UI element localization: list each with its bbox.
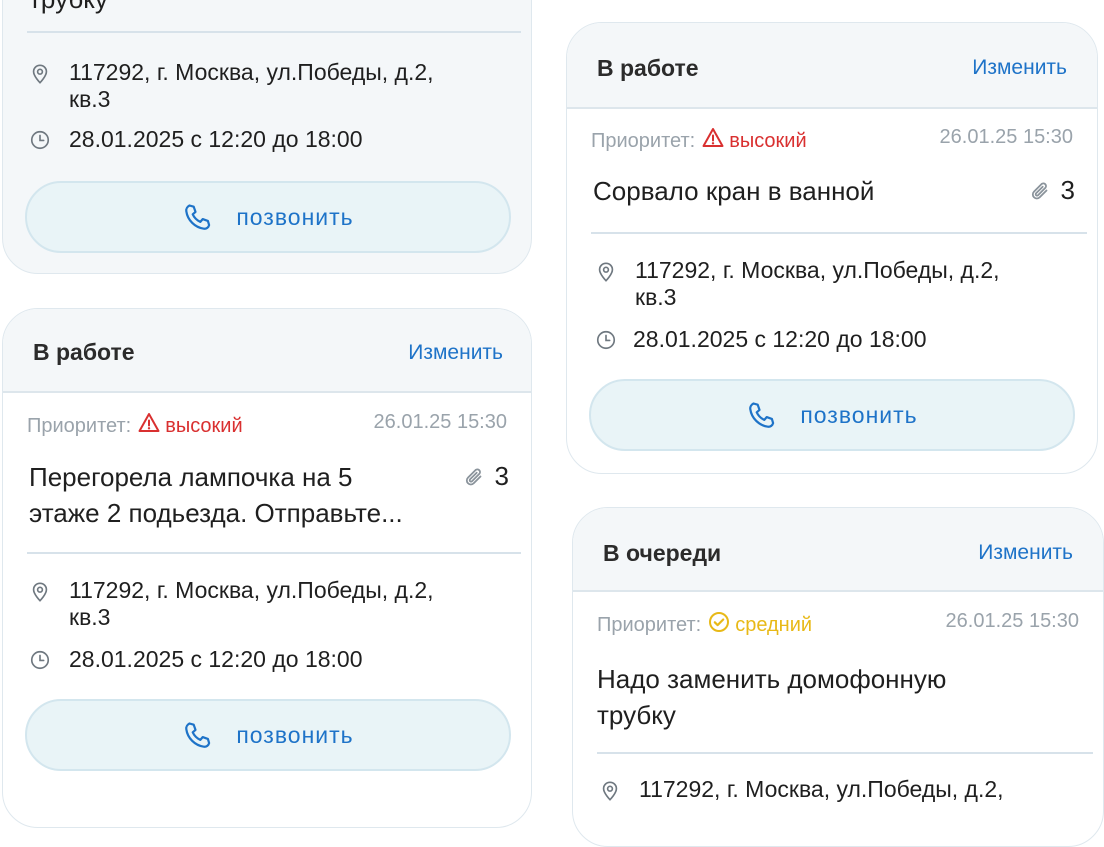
call-button-label: позвонить (236, 203, 354, 230)
card-header: В работе Изменить (567, 23, 1097, 109)
status-label: В работе (33, 339, 135, 365)
created-date: 26.01.25 15:30 (939, 126, 1073, 148)
call-button[interactable]: позвонить (589, 379, 1075, 451)
address: 117292, г. Москва, ул.Победы, д.2, (639, 776, 1004, 802)
priority-row: Приоритет: высокий (591, 126, 807, 153)
location-pin-icon (599, 780, 621, 802)
divider (597, 752, 1093, 754)
request-card: В очереди Изменить Приоритет: средний 26.… (572, 507, 1104, 847)
card-header: В работе Изменить (3, 309, 531, 393)
paperclip-icon (1029, 179, 1053, 203)
request-title: Сорвало кран в ванной (593, 176, 875, 206)
request-card: В работе Изменить Приоритет: высокий 26.0… (2, 308, 532, 828)
address: 117292, г. Москва, ул.Победы, д.2, кв.3 (635, 257, 1000, 310)
time-window: 28.01.2025 с 12:20 до 18:00 (69, 126, 363, 152)
priority-label: Приоритет: (591, 130, 696, 152)
location-pin-icon (595, 261, 617, 283)
priority-row: Приоритет: высокий (27, 411, 243, 438)
status-label: В очереди (603, 540, 722, 566)
call-button[interactable]: позвонить (25, 699, 511, 771)
address: 117292, г. Москва, ул.Победы, д.2, кв.3 (69, 59, 434, 112)
clock-icon (29, 129, 51, 151)
priority-value: средний (735, 614, 813, 636)
created-date: 26.01.25 15:30 (373, 411, 507, 433)
priority-label: Приоритет: (27, 415, 132, 437)
divider (27, 31, 521, 33)
time-window: 28.01.2025 с 12:20 до 18:00 (633, 326, 927, 352)
call-button[interactable]: позвонить (25, 181, 511, 253)
request-title: трубку (29, 0, 108, 17)
attachments-count: 3 (494, 461, 509, 491)
call-button-label: позвонить (236, 721, 354, 748)
phone-icon (182, 719, 214, 751)
location-pin-icon (29, 63, 51, 85)
created-date: 26.01.25 15:30 (945, 610, 1079, 632)
address: 117292, г. Москва, ул.Победы, д.2, кв.3 (69, 577, 434, 630)
priority-label: Приоритет: (597, 614, 702, 636)
clock-icon (595, 329, 617, 351)
card-header: В очереди Изменить (573, 508, 1103, 592)
paperclip-icon (463, 465, 487, 489)
divider (27, 552, 521, 554)
warning-icon (701, 126, 725, 150)
call-button-label: позвонить (800, 401, 918, 428)
clock-icon (29, 649, 51, 671)
request-card: трубку 117292, г. Москва, ул.Победы, д.2… (2, 0, 532, 274)
phone-icon (182, 201, 214, 233)
time-window: 28.01.2025 с 12:20 до 18:00 (69, 646, 363, 672)
attachments[interactable]: 3 (463, 461, 509, 492)
edit-link[interactable]: Изменить (408, 341, 503, 365)
status-label: В работе (597, 55, 699, 81)
check-circle-icon (707, 610, 731, 634)
priority-row: Приоритет: средний (597, 610, 812, 637)
request-title: Надо заменить домофонную трубку (597, 664, 947, 730)
priority-value: высокий (165, 415, 243, 437)
request-card: В работе Изменить Приоритет: высокий 26.0… (566, 22, 1098, 474)
edit-link[interactable]: Изменить (978, 541, 1073, 565)
edit-link[interactable]: Изменить (972, 56, 1067, 80)
location-pin-icon (29, 581, 51, 603)
phone-icon (746, 399, 778, 431)
attachments-count: 3 (1060, 175, 1075, 205)
priority-value: высокий (729, 130, 807, 152)
attachments[interactable]: 3 (1029, 175, 1075, 206)
request-title: Перегорела лампочка на 5 этаже 2 подьезд… (29, 462, 403, 528)
warning-icon (137, 411, 161, 435)
divider (591, 232, 1087, 234)
